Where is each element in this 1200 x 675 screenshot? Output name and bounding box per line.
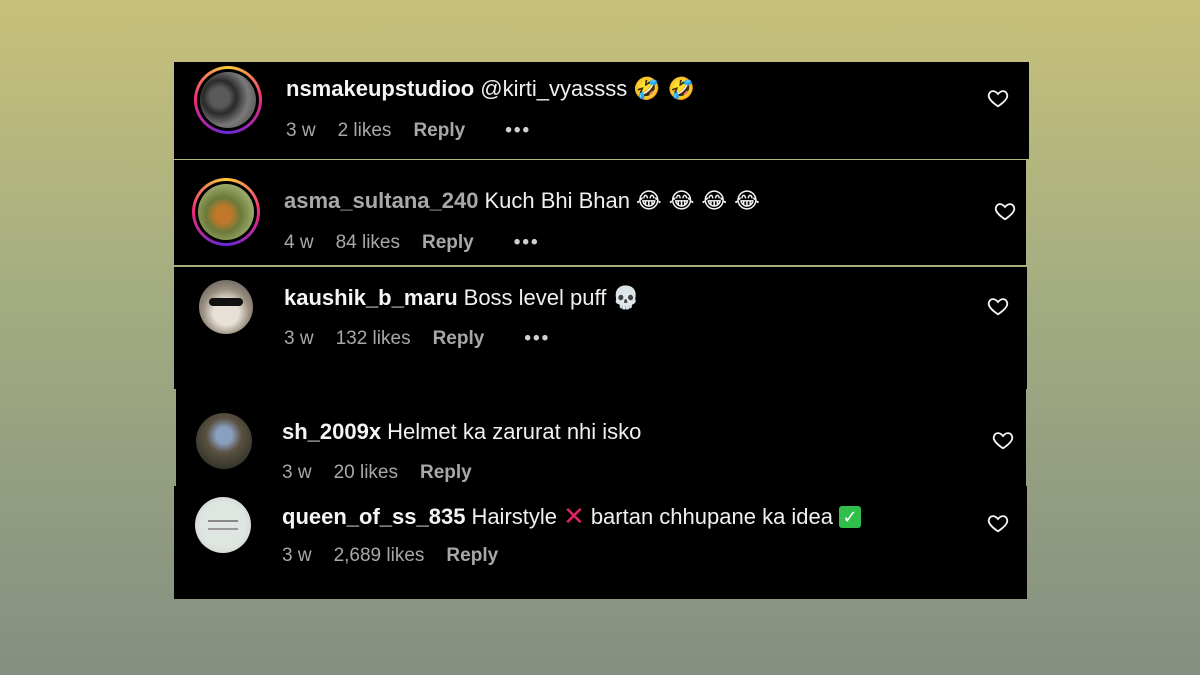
comment-card: kaushik_b_maru Boss level puff 💀 3 w 132… xyxy=(174,267,1027,389)
comment-username[interactable]: nsmakeupstudioo xyxy=(286,76,474,102)
avatar-caption-lines xyxy=(208,520,238,530)
comment-age: 3 w xyxy=(286,120,316,141)
avatar-story-ring[interactable] xyxy=(192,178,260,246)
comment-text: @kirti_vyassss xyxy=(480,76,628,101)
comment-card: queen_of_ss_835 Hairstyle ✕ bartan chhup… xyxy=(174,486,1027,599)
check-mark-icon: ✓ xyxy=(839,505,862,528)
comment-text: Kuch Bhi Bhan xyxy=(484,188,631,213)
comment-emojis: 💀 xyxy=(612,285,640,311)
more-options-icon[interactable]: ••• xyxy=(505,120,531,142)
comment-text: Hairstyle xyxy=(471,503,558,529)
comment-emojis: 🤣 🤣 xyxy=(633,76,696,102)
reply-button[interactable]: Reply xyxy=(446,545,498,567)
reply-button[interactable]: Reply xyxy=(422,232,474,254)
reply-button[interactable]: Reply xyxy=(433,328,485,350)
cross-mark-icon: ✕ xyxy=(563,501,585,531)
sunglasses-decoration xyxy=(209,298,243,306)
heart-outline-icon[interactable] xyxy=(987,512,1009,534)
comment-username[interactable]: kaushik_b_maru xyxy=(284,285,458,311)
comment-age: 3 w xyxy=(282,545,312,566)
more-options-icon[interactable]: ••• xyxy=(524,328,550,350)
reply-button[interactable]: Reply xyxy=(420,462,472,484)
comment-likes-count[interactable]: 2 likes xyxy=(338,120,392,142)
avatar-story-ring[interactable] xyxy=(194,66,262,134)
comment-text-continued: bartan chhupane ka idea xyxy=(590,503,834,529)
avatar[interactable] xyxy=(196,413,252,469)
comment-username[interactable]: sh_2009x xyxy=(282,419,381,445)
avatar[interactable] xyxy=(195,497,251,553)
comment-username[interactable]: queen_of_ss_835 xyxy=(282,504,465,530)
comment-likes-count[interactable]: 20 likes xyxy=(334,462,398,484)
comment-username[interactable]: asma_sultana_240 xyxy=(284,188,478,214)
avatar xyxy=(198,184,254,240)
heart-outline-icon[interactable] xyxy=(992,429,1014,451)
more-options-icon[interactable]: ••• xyxy=(514,232,540,254)
comment-age: 3 w xyxy=(284,328,314,349)
comment-likes-count[interactable]: 2,689 likes xyxy=(334,545,425,567)
comment-text: Boss level puff xyxy=(463,285,607,310)
comment-card: nsmakeupstudioo @kirti_vyassss 🤣 🤣 3 w 2… xyxy=(174,62,1029,159)
comment-emojis: 😂 😂 😂 😂 xyxy=(636,188,760,214)
comment-text: Helmet ka zarurat nhi isko xyxy=(387,419,642,444)
avatar xyxy=(200,72,256,128)
comment-age: 4 w xyxy=(284,232,314,253)
comment-card: sh_2009x Helmet ka zarurat nhi isko 3 w … xyxy=(176,389,1026,486)
comment-card: asma_sultana_240 Kuch Bhi Bhan 😂 😂 😂 😂 4… xyxy=(174,160,1026,265)
heart-outline-icon[interactable] xyxy=(987,87,1009,109)
reply-button[interactable]: Reply xyxy=(413,120,465,142)
avatar[interactable] xyxy=(199,280,253,334)
comment-age: 3 w xyxy=(282,462,312,483)
comment-likes-count[interactable]: 132 likes xyxy=(336,328,411,350)
heart-outline-icon[interactable] xyxy=(987,295,1009,317)
heart-outline-icon[interactable] xyxy=(994,200,1016,222)
comment-likes-count[interactable]: 84 likes xyxy=(336,232,400,254)
